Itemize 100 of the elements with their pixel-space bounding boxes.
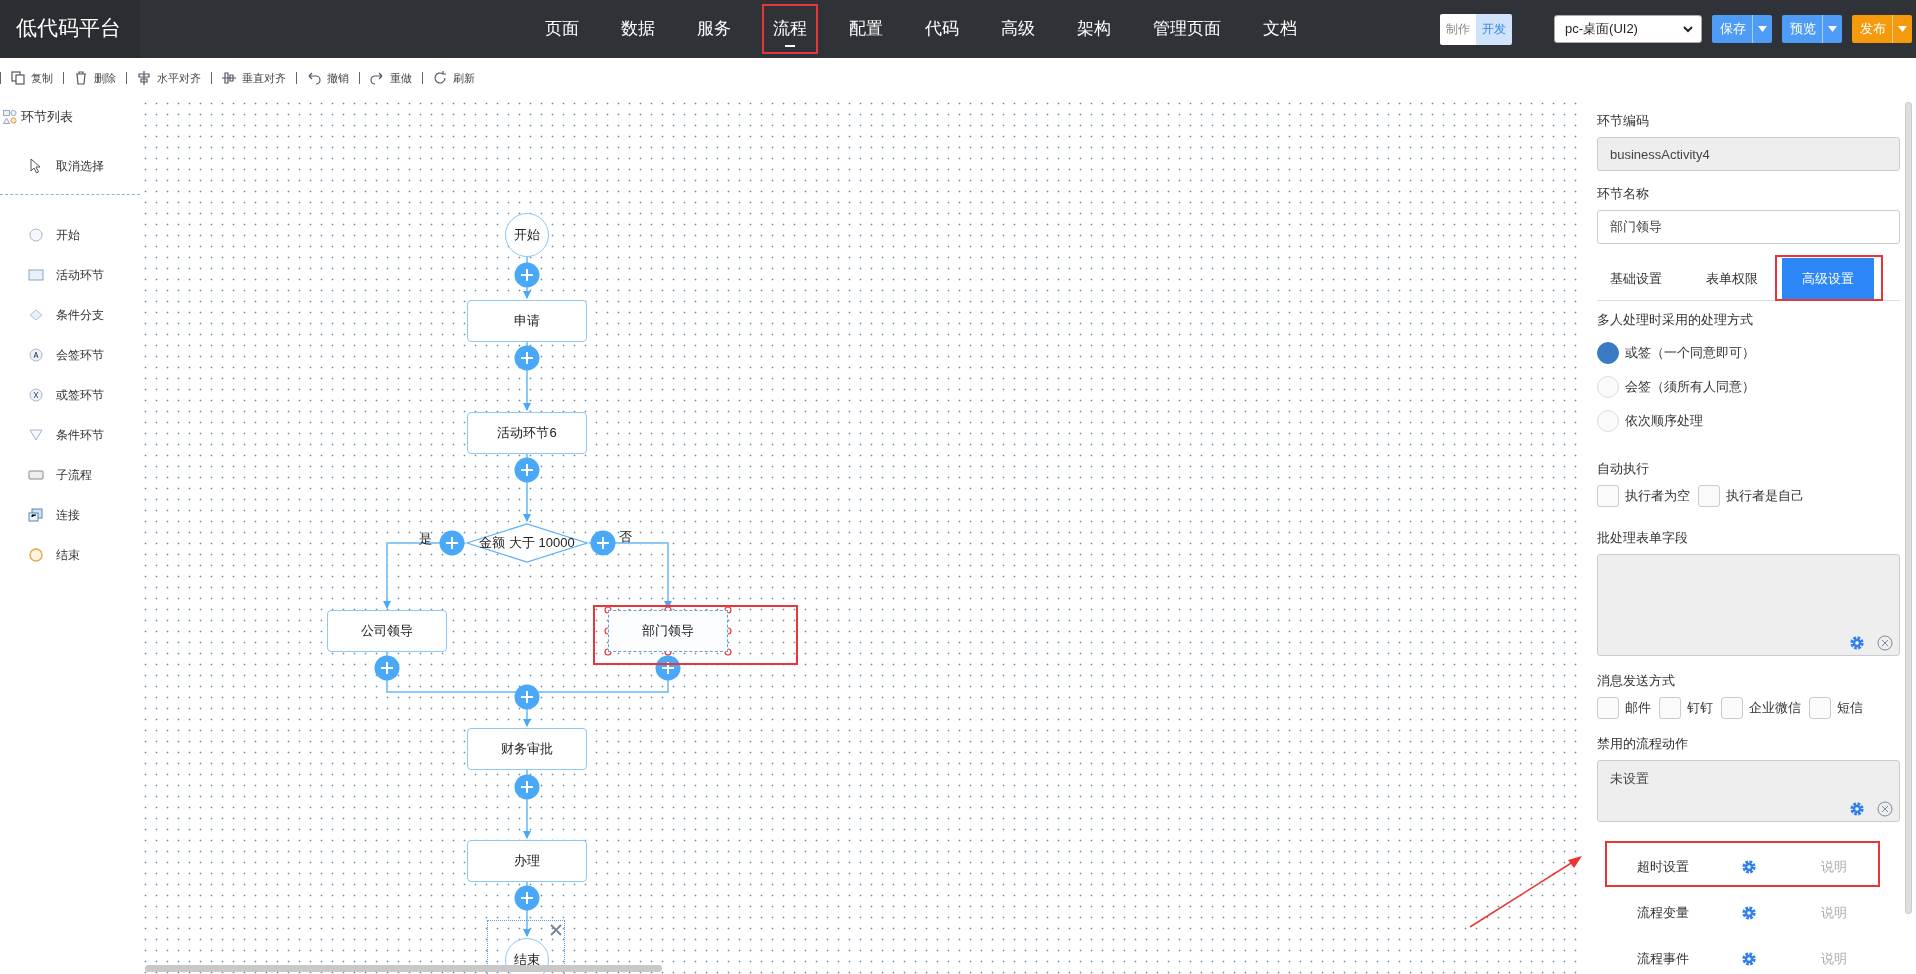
clear-icon[interactable] (1877, 801, 1893, 817)
activity-node[interactable]: 申请 (467, 300, 587, 342)
option-label: 钉钉 (1687, 699, 1713, 717)
toolbar-button[interactable]: 撤销 (296, 72, 359, 84)
caret-icon[interactable] (1828, 26, 1837, 32)
copy-icon (11, 71, 25, 85)
section-label: 自动执行 (1597, 460, 1650, 478)
add-node-button[interactable] (514, 457, 540, 483)
add-node-button[interactable] (514, 345, 540, 371)
setting-label: 超时设置 (1637, 858, 1690, 876)
activity-node[interactable]: 办理 (467, 840, 587, 882)
settings-tab[interactable]: 表单权限 (1686, 258, 1778, 300)
nav-tab[interactable]: 配置 (828, 0, 904, 58)
gear-icon[interactable] (1741, 905, 1757, 921)
checkbox[interactable] (1809, 697, 1831, 719)
palette-item[interactable]: 条件分支 (0, 295, 140, 335)
section-label: 多人处理时采用的处理方式 (1597, 311, 1754, 329)
checkbox[interactable] (1659, 697, 1681, 719)
option-label: 或签（一个同意即可） (1625, 344, 1755, 362)
toolbar-button[interactable]: 刷新 (422, 72, 485, 84)
toolbar-button[interactable]: 垂直对齐 (211, 72, 296, 84)
palette-item[interactable]: 或签环节 (0, 375, 140, 415)
diamond-icon (28, 308, 44, 322)
gear-icon[interactable] (1849, 635, 1865, 651)
name-field[interactable]: 部门领导 (1597, 210, 1900, 244)
toolbar-button[interactable]: 重做 (359, 72, 422, 84)
target-select[interactable]: pc-桌面(UI2) (1554, 15, 1702, 43)
toolbar-button[interactable]: 水平对齐 (126, 72, 211, 84)
start-node[interactable]: 开始 (505, 213, 549, 257)
close-icon[interactable] (550, 924, 562, 936)
align-icon (222, 71, 236, 85)
add-node-button[interactable] (514, 885, 540, 911)
option-label: 短信 (1837, 699, 1863, 717)
palette-item[interactable]: 取消选择 (0, 146, 140, 186)
add-node-button[interactable] (514, 774, 540, 800)
scrollbar[interactable] (145, 965, 662, 972)
palette-item[interactable]: 开始 (0, 215, 140, 255)
align-icon (137, 71, 151, 85)
gear-icon[interactable] (1741, 951, 1757, 967)
settings-tab[interactable]: 高级设置 (1782, 258, 1874, 300)
nav-tab[interactable]: 流程 (752, 0, 828, 58)
nav-tab[interactable]: 管理页面 (1132, 0, 1242, 58)
add-node-button[interactable] (514, 684, 540, 710)
palette-item[interactable]: 结束 (0, 535, 140, 575)
caret-icon[interactable] (1898, 26, 1907, 32)
option-label: 邮件 (1625, 699, 1651, 717)
activity-node[interactable]: 活动环节6 (467, 412, 587, 454)
checkbox[interactable] (1721, 697, 1743, 719)
setting-label: 流程变量 (1637, 904, 1690, 922)
refresh-icon (433, 71, 447, 85)
nav-tab[interactable]: 服务 (676, 0, 752, 58)
option-label: 执行者是自己 (1726, 487, 1804, 505)
checkbox[interactable] (1698, 485, 1720, 507)
nav-tab[interactable]: 数据 (600, 0, 676, 58)
link-icon (28, 508, 44, 522)
nav-tab[interactable]: 页面 (524, 0, 600, 58)
field-label: 环节名称 (1597, 185, 1650, 203)
palette-item[interactable]: 子流程 (0, 455, 140, 495)
section-label: 禁用的流程动作 (1597, 735, 1689, 753)
option-label: 执行者为空 (1625, 487, 1690, 505)
palette-item[interactable]: 连接 (0, 495, 140, 535)
nav-tab[interactable]: 高级 (980, 0, 1056, 58)
redo-icon (370, 71, 384, 85)
palette-item[interactable]: 条件环节 (0, 415, 140, 455)
clear-icon[interactable] (1877, 635, 1893, 651)
mode-toggle[interactable]: 制作 开发 (1440, 13, 1512, 45)
caret-icon[interactable] (1758, 26, 1767, 32)
settings-tab[interactable]: 基础设置 (1597, 258, 1682, 300)
add-node-button[interactable] (655, 655, 681, 681)
checkbox[interactable] (1597, 697, 1619, 719)
circle-icon (28, 548, 44, 562)
add-node-button[interactable] (514, 262, 540, 288)
section-label: 消息发送方式 (1597, 672, 1676, 690)
add-node-button[interactable] (439, 530, 465, 556)
scrollbar[interactable] (1905, 102, 1912, 914)
activity-node[interactable]: 公司领导 (327, 610, 447, 652)
setting-label: 流程事件 (1637, 950, 1690, 968)
undo-icon (307, 71, 321, 85)
nav-tab[interactable]: 文档 (1242, 0, 1318, 58)
gear-icon[interactable] (1741, 859, 1757, 875)
nav-tab[interactable]: 架构 (1056, 0, 1132, 58)
activity-node[interactable]: 财务审批 (467, 728, 587, 770)
fields-box[interactable] (1597, 554, 1900, 656)
radio-button[interactable] (1597, 342, 1619, 364)
add-node-button[interactable] (590, 530, 616, 556)
branch-label: 是 (419, 530, 432, 548)
toolbar-button[interactable]: 删除 (63, 72, 126, 84)
gear-icon[interactable] (1849, 801, 1865, 817)
add-node-button[interactable] (374, 655, 400, 681)
checkbox[interactable] (1597, 485, 1619, 507)
mode-option[interactable]: 制作 (1440, 13, 1476, 45)
activity-node[interactable]: 部门领导 (608, 610, 728, 652)
condition-node[interactable]: 金额 大于 10000 (465, 523, 589, 563)
nav-tab[interactable]: 代码 (904, 0, 980, 58)
rectangle-icon (28, 268, 44, 282)
toolbar-button[interactable]: 复制 (0, 72, 63, 84)
option-label: 企业微信 (1749, 699, 1801, 717)
palette-item[interactable]: 会签环节 (0, 335, 140, 375)
triangle-icon (28, 428, 44, 442)
palette-item[interactable]: 活动环节 (0, 255, 140, 295)
